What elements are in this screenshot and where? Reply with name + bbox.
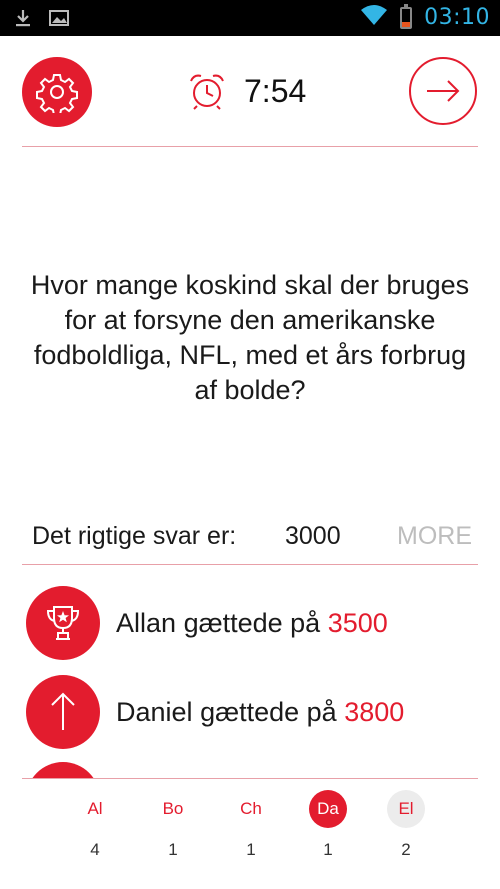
player-tab-ch[interactable]: Ch 1: [231, 790, 271, 860]
player-abbr: Da: [309, 790, 347, 828]
list-divider: [22, 778, 478, 779]
player-tab-bo[interactable]: Bo 1: [153, 790, 193, 860]
status-bar: 03:10: [0, 0, 500, 36]
answer-label: Det rigtige svar er:: [32, 522, 237, 550]
player-score: 4: [90, 840, 100, 859]
next-button[interactable]: [409, 57, 477, 125]
player-score: 1: [168, 840, 178, 859]
guess-icon-circle: [26, 762, 100, 778]
guess-icon-circle: [26, 675, 100, 749]
guess-text: Daniel gættede på 3800: [116, 696, 405, 727]
battery-icon: [400, 3, 413, 29]
player-score: 1: [323, 840, 333, 859]
player-abbr: El: [387, 790, 425, 828]
question-text: Hvor mange koskind skal der bruges for a…: [30, 270, 470, 405]
player-abbr: Ch: [240, 799, 262, 818]
guess-text: Allan gættede på 3500: [116, 607, 388, 638]
answer-value: 3000: [285, 522, 341, 550]
status-clock: 03:10: [424, 5, 490, 30]
player-abbr: Al: [87, 799, 103, 818]
image-icon: [48, 8, 70, 28]
guess-value: 3800: [344, 696, 405, 727]
arrow-up-icon: [51, 692, 75, 730]
timer-value: 7:54: [244, 72, 307, 109]
arrow-right-icon: [427, 80, 460, 102]
list-item: Daniel gættede på 3800: [26, 675, 404, 749]
guess-value: 3500: [327, 607, 388, 638]
download-icon: [12, 8, 34, 28]
list-item: Allan gættede på 3500: [26, 586, 388, 660]
more-button[interactable]: MORE: [397, 522, 472, 551]
guess-list[interactable]: Allan gættede på 3500 Daniel gættede på …: [0, 586, 500, 778]
player-score: 1: [246, 840, 256, 859]
answer-row: Det rigtige svar er: 3000 MORE: [32, 518, 472, 554]
timer: 7:54: [188, 72, 306, 110]
guess-icon-circle: [26, 586, 100, 660]
player-tab-el[interactable]: El 2: [386, 790, 426, 860]
player-score: 2: [401, 840, 411, 859]
answer-divider: [22, 564, 478, 565]
player-abbr: Bo: [162, 799, 184, 818]
header-divider: [22, 146, 478, 147]
gear-icon: [36, 74, 78, 113]
settings-button[interactable]: [22, 57, 92, 127]
trophy-icon: [46, 606, 80, 640]
wifi-icon: [360, 4, 388, 31]
alarm-clock-icon: [190, 74, 224, 110]
player-tabs: Al 4 Bo 1 Ch 1 Da 1 El 2: [0, 790, 500, 870]
player-tab-da[interactable]: Da 1: [308, 790, 348, 860]
list-item-partial: [26, 762, 100, 778]
player-tab-al[interactable]: Al 4: [75, 790, 115, 860]
